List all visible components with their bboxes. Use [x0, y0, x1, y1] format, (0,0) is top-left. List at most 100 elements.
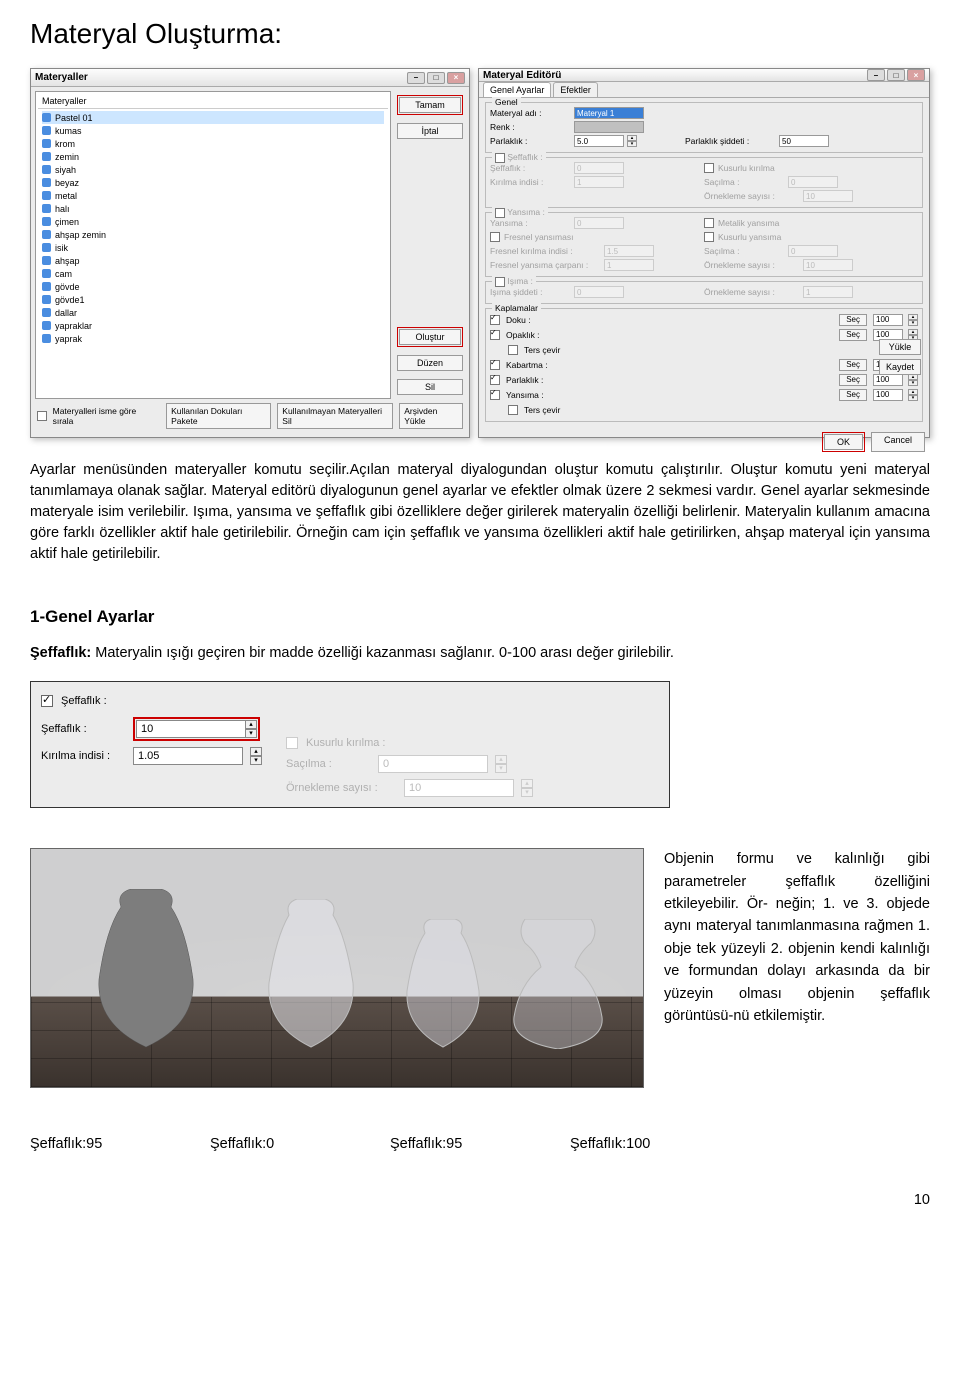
- spinner-down-icon[interactable]: ▾: [245, 729, 257, 738]
- maximize-icon[interactable]: □: [887, 69, 905, 81]
- metallic-checkbox: [704, 218, 714, 228]
- list-item-label: zemin: [55, 152, 79, 162]
- page-title: Materyal Oluşturma:: [30, 18, 930, 50]
- texture-select-button[interactable]: Seç: [839, 314, 867, 326]
- spinner-up-icon[interactable]: ▴: [245, 720, 257, 729]
- iptal-button[interactable]: İptal: [397, 123, 463, 139]
- list-item[interactable]: Pastel 01: [42, 111, 384, 124]
- list-item[interactable]: halı: [42, 202, 384, 215]
- list-item[interactable]: krom: [42, 137, 384, 150]
- metallic-label: Metalik yansıma: [718, 218, 779, 228]
- kaydet-button[interactable]: Kaydet: [879, 359, 921, 375]
- group-kaplamalar: Kaplamalar: [492, 303, 541, 313]
- seffaflik-value-label: Şeffaflık:95: [30, 1136, 210, 1152]
- opacity-checkbox[interactable]: [490, 330, 500, 340]
- list-item[interactable]: cam: [42, 267, 384, 280]
- seffaflik-group-label: Şeffaflık :: [507, 152, 542, 162]
- list-item[interactable]: ahşap: [42, 254, 384, 267]
- tamam-button[interactable]: Tamam: [399, 97, 461, 113]
- editor-dialog-title: Materyal Editörü: [483, 70, 561, 81]
- emission-samples-label: Örnekleme sayısı :: [704, 287, 799, 297]
- list-item[interactable]: isik: [42, 241, 384, 254]
- duzen-button[interactable]: Düzen: [397, 355, 463, 371]
- yukle-button[interactable]: Yükle: [879, 339, 921, 355]
- spinner-up-icon: ▴: [521, 779, 533, 788]
- list-item[interactable]: gövde: [42, 280, 384, 293]
- minimize-icon[interactable]: –: [867, 69, 885, 81]
- list-item[interactable]: kumas: [42, 124, 384, 137]
- list-item[interactable]: dallar: [42, 306, 384, 319]
- list-item[interactable]: zemin: [42, 150, 384, 163]
- texture-checkbox[interactable]: [490, 315, 500, 325]
- sil-button[interactable]: Sil: [397, 379, 463, 395]
- seffaflik-group-checkbox[interactable]: [495, 153, 505, 163]
- close-icon[interactable]: ×: [447, 72, 465, 84]
- material-icon: [42, 282, 51, 291]
- list-item[interactable]: gövde1: [42, 293, 384, 306]
- refraction-index-field[interactable]: 1.05: [133, 747, 243, 765]
- shininess-field[interactable]: 5.0: [574, 135, 624, 147]
- material-name-field[interactable]: Materyal 1: [574, 107, 644, 119]
- spinner-down-icon[interactable]: ▾: [908, 320, 918, 326]
- spinner-up-icon[interactable]: ▴: [250, 747, 262, 756]
- shininess-map-select-button[interactable]: Seç: [839, 374, 867, 386]
- close-icon[interactable]: ×: [907, 69, 925, 81]
- yansima-group-checkbox[interactable]: [495, 208, 505, 218]
- list-item[interactable]: çimen: [42, 215, 384, 228]
- spinner-down-icon[interactable]: ▾: [908, 395, 918, 401]
- material-icon: [42, 204, 51, 213]
- maximize-icon[interactable]: □: [427, 72, 445, 84]
- page-number: 10: [30, 1192, 930, 1208]
- sort-label: Materyalleri isme göre sırala: [53, 406, 154, 426]
- emission-samples-field: 1: [803, 286, 853, 298]
- tab-efektler[interactable]: Efektler: [553, 82, 598, 97]
- reflection-scatter-label: Saçılma :: [704, 246, 784, 256]
- shininess-map-checkbox[interactable]: [490, 375, 500, 385]
- texture-value-field[interactable]: 100: [873, 314, 903, 326]
- invert-opacity-checkbox[interactable]: [508, 345, 518, 355]
- seffaflik-enable-checkbox[interactable]: [41, 695, 53, 707]
- shininess-intensity-field[interactable]: 50: [779, 135, 829, 147]
- invert-reflection-checkbox[interactable]: [508, 405, 518, 415]
- opacity-select-button[interactable]: Seç: [839, 329, 867, 341]
- minimize-icon[interactable]: –: [407, 72, 425, 84]
- list-item-label: Pastel 01: [55, 113, 93, 123]
- invert-reflection-label: Ters çevir: [524, 405, 560, 415]
- material-icon: [42, 217, 51, 226]
- seffaflik-value-label: Şeffaflık :: [41, 723, 125, 735]
- spinner-down-icon[interactable]: ▾: [250, 756, 262, 765]
- seffaflik-value-field[interactable]: 10: [136, 720, 246, 738]
- spinner-down-icon[interactable]: ▾: [908, 380, 918, 386]
- delete-unused-button[interactable]: Kullanılmayan Materyalleri Sil: [277, 403, 393, 429]
- color-swatch[interactable]: [574, 121, 644, 133]
- material-icon: [42, 191, 51, 200]
- seffaflik-value-label: Şeffaflık:100: [570, 1136, 750, 1152]
- cancel-button[interactable]: Cancel: [871, 432, 925, 452]
- list-item[interactable]: siyah: [42, 163, 384, 176]
- fresnel-refraction-label: Fresnel kırılma indisi :: [490, 246, 600, 256]
- reflection-map-checkbox[interactable]: [490, 390, 500, 400]
- fresnel-refraction-field: 1.5: [604, 245, 654, 257]
- ok-button[interactable]: OK: [824, 434, 863, 450]
- bump-select-button[interactable]: Seç: [839, 359, 867, 371]
- pack-textures-button[interactable]: Kullanılan Dokuları Pakete: [166, 403, 271, 429]
- list-item[interactable]: yapraklar: [42, 319, 384, 332]
- spinner-up-icon: ▴: [495, 755, 507, 764]
- reflection-map-select-button[interactable]: Seç: [839, 389, 867, 401]
- bump-checkbox[interactable]: [490, 360, 500, 370]
- list-item[interactable]: ahşap zemin: [42, 228, 384, 241]
- tab-genel-ayarlar[interactable]: Genel Ayarlar: [483, 82, 551, 97]
- list-item[interactable]: metal: [42, 189, 384, 202]
- reflection-map-value-field[interactable]: 100: [873, 389, 903, 401]
- materials-list[interactable]: Materyaller Pastel 01 kumas krom zemin s…: [35, 91, 391, 399]
- list-item[interactable]: yaprak: [42, 332, 384, 345]
- olustur-button[interactable]: Oluştur: [399, 329, 461, 345]
- shininess-map-value-field[interactable]: 100: [873, 374, 903, 386]
- isima-group-checkbox[interactable]: [495, 277, 505, 287]
- list-item[interactable]: beyaz: [42, 176, 384, 189]
- spinner-down-icon[interactable]: ▾: [627, 141, 637, 147]
- load-archive-button[interactable]: Arşivden Yükle: [399, 403, 463, 429]
- sort-checkbox[interactable]: [37, 411, 47, 421]
- opacity-label: Opaklık :: [506, 330, 576, 340]
- render-side-paragraph: Objenin formu ve kalınlığı gibi parametr…: [664, 848, 930, 1028]
